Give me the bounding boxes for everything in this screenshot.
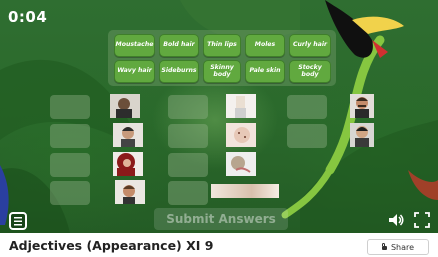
drop-slot[interactable] — [287, 124, 327, 148]
activity-title: Adjectives (Appearance) XI 9 — [9, 238, 214, 253]
person-photo — [211, 184, 279, 198]
person-photo — [113, 152, 143, 176]
word-chip[interactable]: Curly hair — [289, 34, 331, 57]
drop-slot[interactable] — [168, 95, 208, 119]
person-photo — [350, 94, 374, 118]
drop-slot[interactable] — [168, 153, 208, 177]
lock-icon — [381, 243, 387, 250]
menu-icon[interactable] — [9, 212, 27, 230]
person-photo — [113, 123, 143, 147]
drop-slot[interactable] — [50, 124, 90, 148]
person-photo — [110, 94, 140, 118]
timer: 0:04 — [8, 8, 48, 26]
submit-answers-button[interactable]: Submit Answers — [154, 208, 288, 230]
drop-slot[interactable] — [50, 153, 90, 177]
word-chip[interactable]: Moustache — [114, 34, 155, 57]
word-chip[interactable]: Wavy hair — [114, 60, 155, 83]
word-chip[interactable]: Moles — [245, 34, 285, 57]
word-bank: Moustache Bold hair Thin lips Moles Curl… — [108, 30, 336, 86]
person-photo — [115, 180, 145, 204]
sound-icon[interactable] — [387, 211, 405, 229]
fullscreen-icon[interactable] — [413, 211, 431, 229]
drop-slot[interactable] — [168, 124, 208, 148]
word-chip[interactable]: Sideburns — [159, 60, 199, 83]
game-area: 0:04 Moustache Bold hair Thin lips Moles… — [0, 0, 438, 233]
drop-slot[interactable] — [287, 95, 327, 119]
person-photo — [350, 123, 374, 147]
person-photo — [226, 152, 256, 176]
drop-slot[interactable] — [168, 181, 208, 205]
share-label: Share — [390, 242, 415, 252]
word-chip[interactable]: Pale skin — [245, 60, 285, 83]
drop-slot[interactable] — [50, 181, 90, 205]
word-chip[interactable]: Thin lips — [203, 34, 241, 57]
person-photo — [226, 94, 256, 118]
word-chip[interactable]: Bold hair — [159, 34, 199, 57]
drop-slot[interactable] — [50, 95, 90, 119]
word-chip[interactable]: Stocky body — [289, 60, 331, 83]
share-button[interactable]: Share — [367, 239, 429, 255]
word-chip[interactable]: Skinny body — [203, 60, 241, 83]
person-photo — [226, 123, 256, 147]
